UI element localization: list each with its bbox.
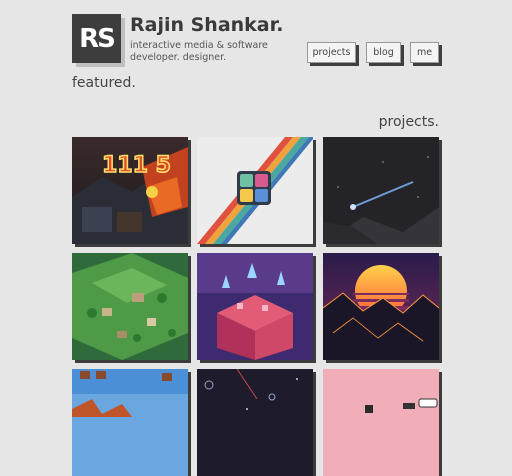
game-logo-text: 111 5 [102,153,171,178]
isometric-city-thumbnail [72,253,188,360]
projects-heading: projects. [378,114,439,130]
sky-action-thumbnail [72,369,188,476]
project-tile-sky-action[interactable] [72,369,188,476]
project-tile-synthwave[interactable] [323,253,439,360]
site-tagline: interactive media & software developer. … [130,40,268,63]
project-tile-isometric-city[interactable] [72,253,188,360]
site-title: Rajin Shankar. [130,14,284,36]
rainbow-logo-thumbnail [197,137,313,244]
dark-space-thumbnail [197,369,313,476]
project-tile-purple-pillars[interactable] [197,253,313,360]
project-tile-action-game[interactable]: 111 5 [72,137,188,244]
pink-platformer-thumbnail [323,369,439,476]
comet-thumbnail [323,137,439,244]
project-tile-comet-story[interactable] [323,137,439,244]
logo[interactable]: RS [72,14,121,63]
purple-pillars-thumbnail [197,253,313,360]
action-game-thumbnail: 111 5 [72,137,188,244]
featured-heading: featured. [72,75,136,91]
project-tile-pink-platformer[interactable] [323,369,439,476]
synthwave-thumbnail [323,253,439,360]
nav-me-button[interactable]: me [410,42,439,63]
project-tile-dark-space[interactable] [197,369,313,476]
nav-projects-button[interactable]: projects [307,42,356,63]
nav-blog-button[interactable]: blog [366,42,401,63]
project-tile-app-logo[interactable] [197,137,313,244]
